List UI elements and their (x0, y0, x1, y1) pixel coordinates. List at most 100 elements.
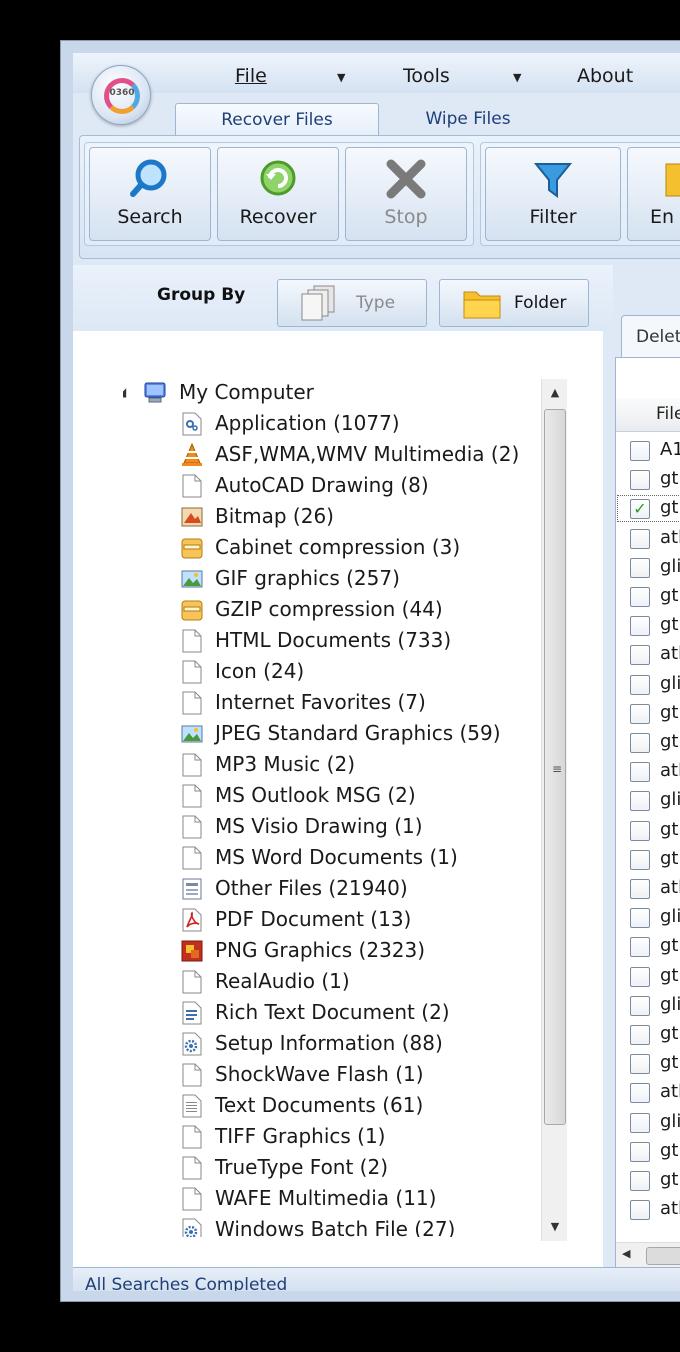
ribbon: Search Recover Stop Filter En (79, 135, 680, 259)
table-row[interactable]: gtk (616, 699, 680, 728)
engine-button[interactable]: En (627, 147, 680, 241)
table-row[interactable]: A1 (616, 436, 680, 465)
row-checkbox[interactable] (630, 587, 650, 607)
table-row[interactable]: gtk (616, 845, 680, 874)
table-row[interactable]: gtk (616, 1166, 680, 1195)
results-horizontal-scrollbar[interactable]: ◀ (616, 1242, 680, 1268)
tree-vertical-scrollbar[interactable]: ▲ ≡ ▼ (541, 379, 567, 1241)
search-button-label: Search (117, 206, 183, 228)
row-checkbox[interactable] (630, 703, 650, 724)
tab-recover-files[interactable]: Recover Files (175, 103, 379, 135)
menu-tools[interactable]: Tools (403, 65, 450, 87)
tab-wipe-files[interactable]: Wipe Files (393, 103, 543, 135)
filter-button-label: Filter (529, 206, 577, 228)
h-scroll-thumb[interactable] (646, 1247, 680, 1265)
table-row[interactable]: glib (616, 903, 680, 932)
row-checkbox-checked[interactable]: ✓ (630, 499, 650, 520)
row-checkbox[interactable] (630, 1200, 650, 1221)
table-row[interactable]: glib (616, 670, 680, 699)
row-checkbox[interactable] (630, 645, 650, 666)
row-checkbox[interactable] (630, 1083, 650, 1104)
row-checkbox[interactable] (630, 1112, 650, 1133)
table-row[interactable]: atk (616, 1078, 680, 1107)
results-column-header[interactable]: File (616, 398, 680, 432)
app-body: File ▼ Tools ▼ About 0360 Recover Files … (73, 53, 680, 1291)
tree-item-label: GIF graphics (257) (215, 566, 400, 590)
table-row[interactable]: glib (616, 991, 680, 1020)
menu-about[interactable]: About (577, 65, 633, 87)
row-checkbox[interactable] (630, 937, 650, 958)
tab-deleted-files[interactable]: Delet (621, 315, 680, 357)
row-checkbox[interactable] (630, 674, 650, 695)
collapse-triangle-icon[interactable]: ◢ (123, 377, 126, 408)
table-row[interactable]: gtk (616, 932, 680, 961)
row-checkbox[interactable] (630, 966, 650, 987)
row-checkbox[interactable] (630, 791, 650, 812)
menu-bar: File ▼ Tools ▼ About (73, 53, 680, 93)
tab-deleted-label: Delet (636, 327, 680, 347)
table-row[interactable]: glib (616, 786, 680, 815)
row-checkbox[interactable] (630, 762, 650, 783)
row-checkbox[interactable] (630, 1025, 650, 1045)
archive-icon (181, 536, 203, 560)
table-row[interactable]: gtk (616, 728, 680, 757)
table-row[interactable]: atk (616, 874, 680, 903)
scroll-thumb[interactable]: ≡ (544, 409, 566, 1125)
rich-text-icon (181, 1001, 203, 1025)
image-icon (181, 567, 203, 591)
table-row[interactable]: glib (616, 553, 680, 582)
row-checkbox[interactable] (630, 616, 650, 637)
row-checkbox[interactable] (630, 879, 650, 899)
row-checkbox[interactable] (630, 995, 650, 1016)
row-checkbox[interactable] (630, 528, 650, 549)
table-row[interactable]: gtk (616, 582, 680, 611)
row-file-name: atk (660, 877, 680, 898)
menu-file[interactable]: File (235, 65, 267, 87)
table-row[interactable]: atk (616, 757, 680, 786)
row-checkbox[interactable] (630, 441, 650, 461)
group-by-type-button[interactable]: Type (277, 279, 427, 327)
tree-item-label: MS Visio Drawing (1) (215, 814, 423, 838)
row-checkbox[interactable] (630, 733, 650, 753)
row-checkbox[interactable] (630, 1141, 650, 1162)
tree-root-label: My Computer (179, 380, 314, 404)
file-dropdown-arrow-icon[interactable]: ▼ (337, 71, 345, 84)
scroll-up-arrow-icon[interactable]: ▲ (542, 379, 568, 407)
row-file-name: atk (660, 526, 680, 548)
table-row[interactable]: gtk (616, 611, 680, 640)
table-row[interactable]: gtk (616, 816, 680, 845)
table-row[interactable]: gtk (616, 1020, 680, 1049)
tools-dropdown-arrow-icon[interactable]: ▼ (513, 71, 521, 84)
app-orb-button[interactable]: 0360 (91, 65, 151, 125)
table-row[interactable]: gtk (616, 1137, 680, 1166)
row-checkbox[interactable] (630, 908, 650, 929)
folder-icon (462, 284, 502, 322)
recover-button-label: Recover (239, 206, 317, 228)
table-row[interactable]: gtk (616, 1049, 680, 1078)
row-checkbox[interactable] (630, 557, 650, 578)
row-checkbox[interactable] (630, 1171, 650, 1191)
recover-button[interactable]: Recover (217, 147, 339, 241)
table-row[interactable]: atk (616, 1195, 680, 1224)
row-checkbox[interactable] (630, 849, 650, 870)
table-row[interactable]: atk (616, 524, 680, 553)
engine-icon (628, 156, 680, 202)
table-row[interactable]: gtk (616, 962, 680, 991)
application-icon (181, 412, 203, 436)
table-row[interactable]: glib (616, 1108, 680, 1137)
row-checkbox[interactable] (630, 1054, 650, 1075)
tree-item-label: Setup Information (88) (215, 1031, 443, 1055)
filter-button[interactable]: Filter (485, 147, 621, 241)
table-row[interactable]: ✓ gtk (616, 494, 680, 523)
table-row[interactable]: gtk (616, 465, 680, 494)
tree-list: ◢ My Computer Application (1077) ASF,WMA,WM… (123, 377, 543, 1237)
group-by-folder-button[interactable]: Folder (439, 279, 589, 327)
row-file-name: gtk (660, 701, 680, 723)
row-checkbox[interactable] (630, 820, 650, 841)
scroll-down-arrow-icon[interactable]: ▼ (542, 1213, 568, 1241)
search-button[interactable]: Search (89, 147, 211, 241)
scroll-left-arrow-icon[interactable]: ◀ (622, 1247, 630, 1260)
stop-button[interactable]: Stop (345, 147, 467, 241)
row-checkbox[interactable] (630, 470, 650, 491)
table-row[interactable]: atk (616, 640, 680, 669)
